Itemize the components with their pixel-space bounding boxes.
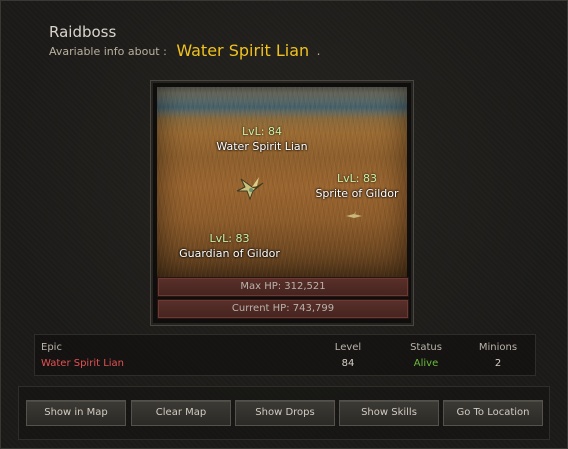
minions-cell: 2	[494, 358, 502, 369]
boss-name: Water Spirit Lian	[176, 41, 310, 60]
marker-level: LvL: 83	[209, 232, 250, 245]
go-to-location-button[interactable]: Go To Location	[443, 400, 543, 426]
action-bar: Show in Map Clear Map Show Drops Show Sk…	[18, 386, 550, 440]
raidboss-window: Raidboss Avariable info about : Water Sp…	[0, 0, 568, 449]
marker-name: Sprite of Gildor	[315, 187, 399, 200]
header-minions: Minions	[478, 342, 518, 353]
status-cell: Alive	[413, 358, 439, 369]
marker-name: Water Spirit Lian	[216, 140, 308, 153]
marker-level: LvL: 83	[337, 172, 377, 185]
sprite-creature-icon	[346, 211, 362, 218]
subtitle-suffix: .	[316, 44, 321, 58]
max-hp-bar: Max HP: 312,521	[157, 277, 409, 297]
map-preview-frame: LvL: 84 Water Spirit Lian LvL: 83 Sprite…	[150, 80, 414, 326]
current-hp-bar: Current HP: 743,799	[157, 299, 409, 319]
header-type: Epic	[41, 342, 62, 353]
header-status: Status	[410, 342, 442, 353]
window-title: Raidboss	[49, 23, 117, 41]
boss-name-cell: Water Spirit Lian	[41, 358, 125, 369]
show-in-map-button[interactable]: Show in Map	[26, 400, 126, 426]
map-preview[interactable]: LvL: 84 Water Spirit Lian LvL: 83 Sprite…	[157, 87, 407, 277]
level-cell: 84	[341, 358, 355, 369]
marker-name: Guardian of Gildor	[179, 247, 280, 260]
water-spirit-creature-icon	[236, 177, 264, 201]
marker-guardian-of-gildor: LvL: 83 Guardian of Gildor	[167, 231, 292, 261]
subtitle-prefix: Avariable info about :	[49, 45, 167, 58]
show-skills-button[interactable]: Show Skills	[339, 400, 439, 426]
show-drops-button[interactable]: Show Drops	[235, 400, 335, 426]
header-level: Level	[334, 342, 362, 353]
marker-water-spirit-lian: LvL: 84 Water Spirit Lian	[202, 124, 322, 154]
clear-map-button[interactable]: Clear Map	[131, 400, 231, 426]
subtitle: Avariable info about : Water Spirit Lian…	[49, 41, 320, 60]
raidboss-info-table: Epic Level Status Minions Water Spirit L…	[34, 334, 536, 376]
marker-sprite-of-gildor: LvL: 83 Sprite of Gildor	[307, 171, 407, 201]
marker-level: LvL: 84	[242, 125, 282, 138]
